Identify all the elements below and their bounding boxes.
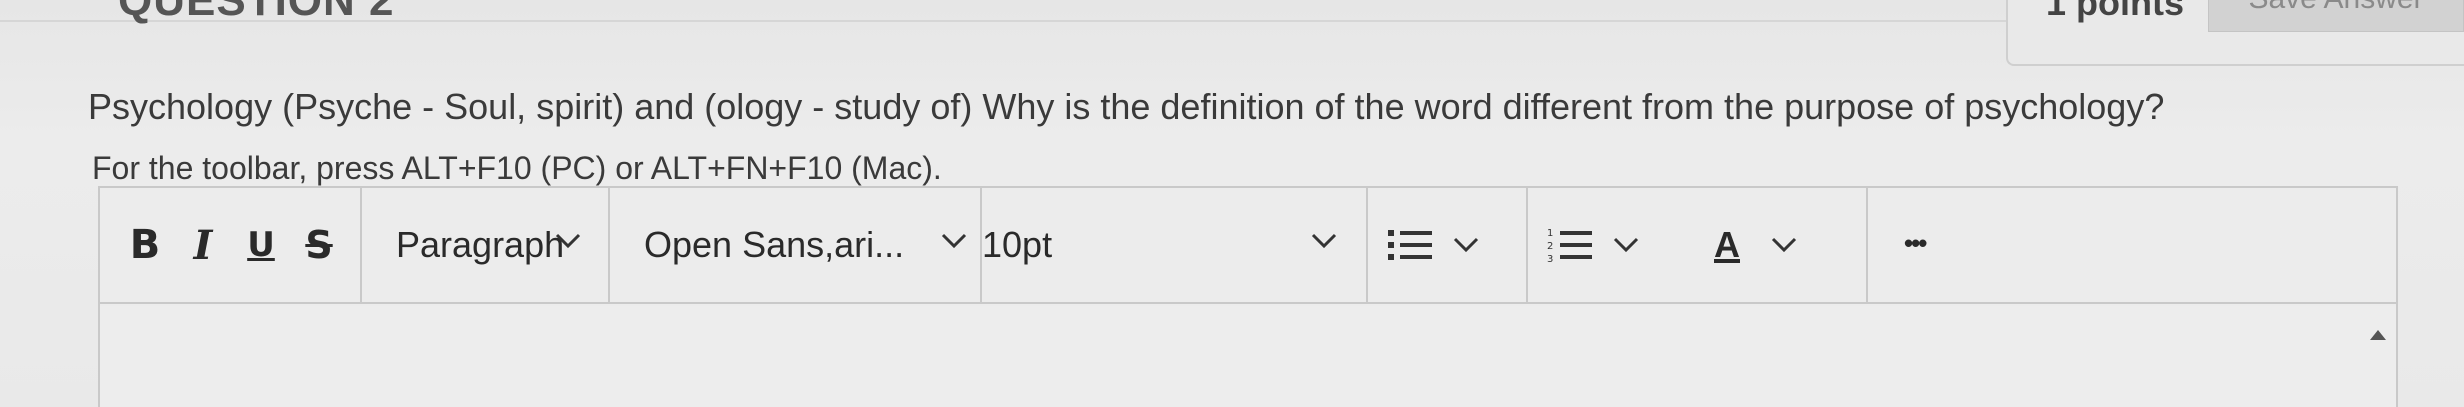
editor-toolbar: B I U S Paragraph Open Sans,ari... 10pt [100, 188, 2396, 304]
assignment-page: QUESTION 2 1 points Save Answer Psycholo… [0, 0, 2464, 407]
numbered-list-group: 1 2 3 [1528, 188, 1688, 302]
chevron-down-icon [1771, 237, 1797, 253]
strikethrough-button[interactable]: S [290, 216, 348, 274]
rich-text-editor: B I U S Paragraph Open Sans,ari... 10pt [98, 186, 2398, 407]
text-color-button[interactable]: A [1688, 188, 1816, 302]
bullet-list-icon [1388, 230, 1432, 260]
font-size-select-value: 10pt [982, 224, 1053, 265]
font-family-select[interactable]: Open Sans,ari... [610, 188, 982, 302]
format-group: B I U S [100, 188, 362, 302]
chevron-down-icon [554, 231, 582, 251]
numbered-list-icon: 1 2 3 [1547, 228, 1592, 265]
underline-button[interactable]: U [232, 216, 290, 274]
paragraph-select[interactable]: Paragraph [362, 188, 610, 302]
bullet-list-group [1368, 188, 1528, 302]
text-color-group: A [1688, 188, 1868, 302]
chevron-down-icon [1613, 237, 1639, 253]
question-header: QUESTION 2 1 points Save Answer [0, 0, 2464, 66]
more-options-button[interactable]: ••• [1904, 228, 1927, 259]
chevron-down-icon [940, 231, 968, 251]
bold-button[interactable]: B [116, 216, 174, 274]
font-size-select[interactable]: 10pt [982, 188, 1368, 302]
svg-text:2: 2 [1547, 241, 1553, 252]
question-title: QUESTION 2 [118, 0, 395, 25]
svg-text:1: 1 [1547, 228, 1553, 239]
more-options-group: ••• [1868, 188, 1968, 302]
scroll-up-icon[interactable] [2368, 328, 2388, 342]
chevron-down-icon [1453, 237, 1479, 253]
points-label: 1 points [2046, 0, 2185, 23]
save-answer-button[interactable]: Save Answer [2208, 0, 2464, 32]
font-family-select-value: Open Sans,ari... [644, 224, 905, 265]
numbered-list-button[interactable]: 1 2 3 [1528, 188, 1658, 302]
svg-text:3: 3 [1547, 254, 1553, 265]
paragraph-select-value: Paragraph [396, 224, 565, 265]
toolbar-hint: For the toolbar, press ALT+F10 (PC) or A… [92, 150, 942, 186]
answer-input-area[interactable] [100, 306, 2396, 407]
chevron-down-icon [1310, 231, 1338, 251]
question-text: Psychology (Psyche - Soul, spirit) and (… [88, 86, 2165, 127]
italic-button[interactable]: I [174, 216, 232, 274]
bullet-list-button[interactable] [1368, 188, 1498, 302]
text-color-icon: A [1714, 224, 1740, 265]
